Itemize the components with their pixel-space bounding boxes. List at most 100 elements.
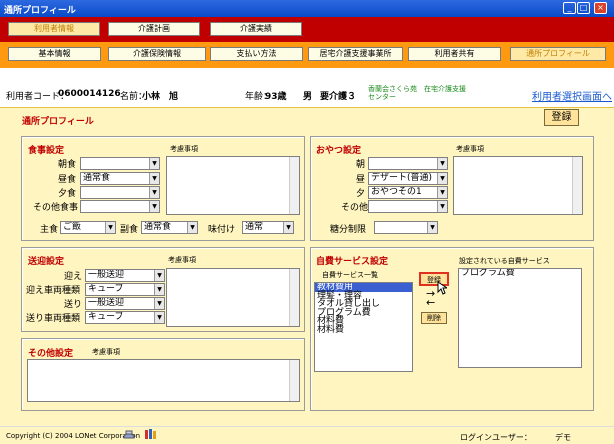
pickup-select[interactable]: 一般送迎 ▼: [85, 269, 165, 282]
chevron-down-icon: ▼: [154, 284, 164, 295]
chevron-down-icon: ▼: [437, 187, 447, 198]
staple-select[interactable]: ご飯 ▼: [60, 221, 116, 234]
close-icon[interactable]: ×: [594, 2, 607, 14]
subtab-payment-method[interactable]: 支払い方法: [210, 47, 303, 61]
books-icon: [145, 429, 156, 439]
self-pay-list-label: 自費サービス一覧: [322, 271, 378, 279]
chevron-down-icon: ▼: [149, 187, 159, 198]
chevron-down-icon: ▼: [149, 201, 159, 212]
other-note-label: 考慮事項: [92, 348, 120, 356]
dropoff-vehicle-label: 送り車両種類: [26, 314, 81, 324]
subtab-care-office[interactable]: 居宅介護支援事業所: [308, 47, 403, 61]
snack-evening-label: 夕: [356, 189, 366, 199]
subtab-basic-info[interactable]: 基本情報: [8, 47, 101, 61]
chevron-down-icon: ▼: [437, 173, 447, 184]
maximize-icon[interactable]: □: [577, 2, 590, 14]
chevron-down-icon: ▼: [187, 222, 197, 233]
subtab-day-profile[interactable]: 通所プロフィール: [510, 47, 606, 61]
dinner-select[interactable]: ▼: [80, 186, 160, 199]
transport-note-label: 考慮事項: [168, 256, 196, 264]
self-pay-set-label: 設定されている自費サービス: [459, 257, 550, 265]
phone-icon: [123, 430, 135, 439]
tab-care-plan[interactable]: 介護計画: [108, 22, 200, 36]
minimize-icon[interactable]: _: [563, 2, 576, 14]
pickup-vehicle-select[interactable]: キューブ ▼: [85, 283, 165, 296]
user-code: 0600014126: [58, 89, 121, 99]
cursor-icon: [437, 281, 447, 295]
left-arrow-icon[interactable]: ←: [426, 296, 435, 309]
dropoff-label: 送り: [64, 300, 83, 310]
set-service-list[interactable]: プログラム費: [458, 268, 582, 368]
transport-note-textarea[interactable]: [166, 268, 300, 327]
window-title: 通所プロフィール: [4, 6, 76, 16]
tab-user-info[interactable]: 利用者情報: [8, 22, 100, 36]
care-level: 要介護３: [320, 92, 357, 102]
snack-evening-select[interactable]: おやつその1 ▼: [368, 186, 448, 199]
facility-name: 香蘭会さくら苑 在宅介護支援センター: [368, 85, 466, 101]
snack-noon-label: 昼: [356, 175, 366, 185]
login-user-name: デモ: [555, 433, 571, 442]
chevron-down-icon: ▼: [105, 222, 115, 233]
staple-label: 主食: [40, 225, 59, 235]
snack-note-label: 考慮事項: [456, 145, 484, 153]
chevron-down-icon: ▼: [149, 158, 159, 169]
snack-other-select[interactable]: ▼: [368, 200, 448, 213]
dinner-label: 夕食: [58, 189, 77, 199]
snack-morning-select[interactable]: ▼: [368, 157, 448, 170]
user-select-link[interactable]: 利用者選択画面へ: [532, 88, 612, 103]
list-item[interactable]: プログラム費: [459, 269, 581, 278]
snack-other-label: その他: [341, 203, 369, 213]
subtab-insurance-info[interactable]: 介護保険情報: [108, 47, 206, 61]
user-age: 93歳: [265, 92, 287, 102]
snack-settings-title: おやつ設定: [316, 146, 362, 156]
scrollbar[interactable]: [289, 269, 299, 326]
scrollbar[interactable]: [289, 360, 299, 401]
sugar-limit-select[interactable]: ▼: [374, 221, 438, 234]
chevron-down-icon: ▼: [437, 201, 447, 212]
pickup-label: 迎え: [64, 272, 83, 282]
chevron-down-icon: ▼: [154, 312, 164, 323]
delete-service-button[interactable]: 削除: [421, 312, 447, 324]
snack-note-textarea[interactable]: [453, 156, 583, 215]
lunch-label: 昼食: [58, 175, 77, 185]
tab-care-record[interactable]: 介護実績: [210, 22, 302, 36]
meal-settings-title: 食事設定: [28, 146, 65, 156]
dropoff-select[interactable]: 一般送迎 ▼: [85, 297, 165, 310]
login-user-label: ログインユーザー：: [460, 433, 532, 442]
window-titlebar: 通所プロフィール: [0, 0, 614, 17]
chevron-down-icon: ▼: [427, 222, 437, 233]
other-meal-select[interactable]: ▼: [80, 200, 160, 213]
scrollbar[interactable]: [289, 157, 299, 214]
breakfast-label: 朝食: [58, 160, 77, 170]
register-button[interactable]: 登録: [544, 109, 579, 126]
other-settings-title: その他設定: [28, 349, 74, 359]
transport-settings-title: 送迎設定: [28, 257, 65, 267]
scrollbar[interactable]: [572, 157, 582, 214]
user-name: 小林 旭: [142, 92, 179, 102]
self-pay-service-list[interactable]: 教材費用 理髪・理容 タオル貸し出し プログラム費 材料費 材料費: [314, 282, 413, 372]
chevron-down-icon: ▼: [154, 298, 164, 309]
self-pay-title: 自費サービス設定: [316, 257, 389, 267]
snack-noon-select[interactable]: デザート(普通) ▼: [368, 172, 448, 185]
other-note-textarea[interactable]: [27, 359, 300, 402]
copyright-text: Copyright (C) 2004 LONet Corporation: [6, 432, 141, 440]
side-dish-select[interactable]: 通常食 ▼: [141, 221, 198, 234]
user-sex: 男: [303, 92, 313, 102]
pickup-vehicle-label: 迎え車両種類: [26, 286, 81, 296]
page-title: 通所プロフィール: [22, 117, 94, 127]
subtab-user-share[interactable]: 利用者共有: [408, 47, 501, 61]
dropoff-vehicle-select[interactable]: キューブ ▼: [85, 311, 165, 324]
side-dish-label: 副食: [120, 225, 139, 235]
meal-note-textarea[interactable]: [166, 156, 300, 215]
chevron-down-icon: ▼: [437, 158, 447, 169]
taste-select[interactable]: 通常 ▼: [242, 221, 294, 234]
lunch-select[interactable]: 通常食 ▼: [80, 172, 160, 185]
breakfast-select[interactable]: ▼: [80, 157, 160, 170]
user-info-bar: [0, 68, 614, 108]
chevron-down-icon: ▼: [149, 173, 159, 184]
chevron-down-icon: ▼: [283, 222, 293, 233]
meal-note-label: 考慮事項: [170, 145, 198, 153]
sugar-limit-label: 糖分制限: [330, 225, 367, 235]
snack-morning-label: 朝: [356, 160, 366, 170]
list-item[interactable]: 材料費: [315, 325, 412, 335]
